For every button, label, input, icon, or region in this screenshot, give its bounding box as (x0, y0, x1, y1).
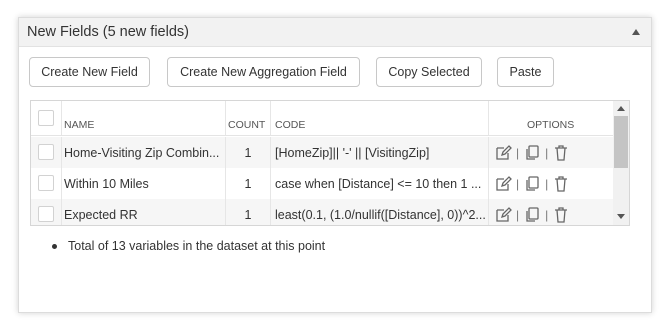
table-row[interactable]: Within 10 Miles 1 case when [Distance] <… (31, 168, 614, 199)
column-header-code[interactable]: CODE (275, 101, 305, 136)
row-options: | | (494, 137, 614, 168)
paste-button[interactable]: Paste (497, 57, 554, 87)
row-checkbox[interactable] (38, 206, 54, 222)
field-code: case when [Distance] <= 10 then 1 ... (275, 176, 482, 191)
table-row[interactable]: Home-Visiting Zip Combin... 1 [HomeZip]|… (31, 137, 614, 168)
table-header: NAME COUNT CODE OPTIONS (31, 101, 614, 136)
field-code: least(0.1, (1.0/nullif([Distance], 0))^2… (275, 207, 486, 222)
scroll-thumb[interactable] (614, 116, 628, 168)
row-options: | | (494, 168, 614, 199)
bullet-icon (52, 243, 57, 249)
column-header-name[interactable]: NAME (64, 101, 94, 136)
table-scrollbar[interactable] (613, 101, 629, 225)
copy-icon[interactable] (523, 144, 541, 162)
scroll-up-arrow-icon[interactable] (617, 106, 625, 111)
create-new-aggregation-field-button[interactable]: Create New Aggregation Field (167, 57, 360, 87)
new-fields-panel: New Fields (5 new fields) Create New Fie… (18, 17, 652, 313)
field-name: Within 10 Miles (64, 176, 149, 191)
field-name: Home-Visiting Zip Combin... (64, 145, 220, 160)
panel-header: New Fields (5 new fields) (19, 18, 651, 47)
row-checkbox[interactable] (38, 144, 54, 160)
table-row[interactable]: Expected RR 1 least(0.1, (1.0/nullif([Di… (31, 199, 614, 225)
select-all-checkbox[interactable] (38, 110, 54, 126)
trash-icon[interactable] (552, 175, 570, 193)
field-count: 1 (244, 176, 252, 191)
separator: | (516, 145, 520, 160)
edit-icon[interactable] (494, 144, 512, 162)
edit-icon[interactable] (494, 175, 512, 193)
scroll-down-arrow-icon[interactable] (617, 214, 625, 219)
separator: | (545, 145, 549, 160)
column-header-options: OPTIONS (527, 119, 575, 131)
field-count: 1 (244, 145, 252, 160)
fields-table: NAME COUNT CODE OPTIONS Home-Visiting Zi… (30, 100, 630, 226)
chevron-up-icon[interactable] (632, 29, 640, 35)
row-checkbox[interactable] (38, 175, 54, 191)
copy-icon[interactable] (523, 175, 541, 193)
field-name: Expected RR (64, 207, 138, 222)
toolbar: Create New Field Create New Aggregation … (29, 57, 651, 87)
create-new-field-button[interactable]: Create New Field (29, 57, 150, 87)
row-options: | | (494, 199, 614, 225)
column-header-count[interactable]: COUNT (228, 101, 265, 136)
panel-title: New Fields (5 new fields) (27, 24, 189, 40)
trash-icon[interactable] (552, 206, 570, 224)
note-text: Total of 13 variables in the dataset at … (68, 239, 326, 253)
copy-icon[interactable] (523, 206, 541, 224)
field-code: [HomeZip]|| '-' || [VisitingZip] (275, 145, 430, 160)
separator: | (516, 176, 520, 191)
separator: | (545, 176, 549, 191)
variables-total-note: Total of 13 variables in the dataset at … (52, 239, 325, 253)
separator: | (516, 207, 520, 222)
trash-icon[interactable] (552, 144, 570, 162)
field-count: 1 (244, 207, 252, 222)
copy-selected-button[interactable]: Copy Selected (376, 57, 482, 87)
separator: | (545, 207, 549, 222)
edit-icon[interactable] (494, 206, 512, 224)
